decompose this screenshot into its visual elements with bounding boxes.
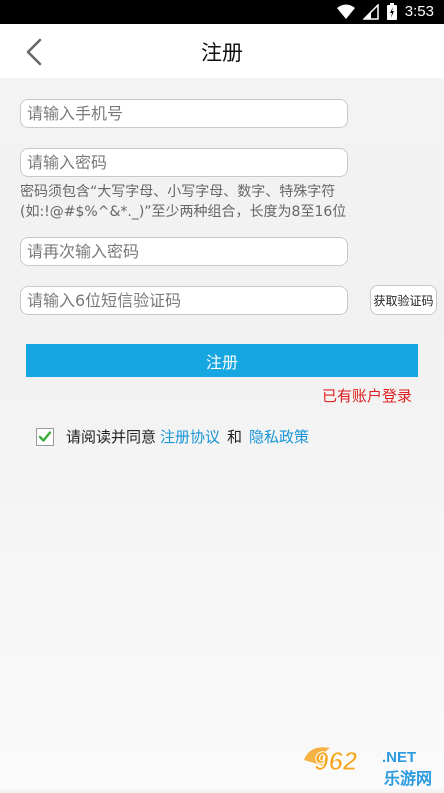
register-agreement-link[interactable]: 注册协议 bbox=[160, 426, 220, 447]
status-bar: 3:53 bbox=[0, 0, 444, 24]
login-link[interactable]: 已有账户登录 bbox=[322, 385, 412, 406]
watermark-number: 962 bbox=[314, 746, 358, 776]
watermark-site-name: 乐游网 bbox=[384, 769, 432, 788]
status-time: 3:53 bbox=[404, 3, 434, 20]
checkmark-icon bbox=[38, 430, 52, 442]
battery-icon bbox=[386, 3, 397, 20]
get-code-button[interactable]: 获取验证码 bbox=[370, 285, 437, 315]
page-title: 注册 bbox=[201, 41, 243, 65]
header: 注册 bbox=[0, 24, 444, 78]
agreement-row: 请阅读并同意 注册协议 和 隐私政策 bbox=[36, 426, 309, 447]
confirm-password-input[interactable] bbox=[20, 237, 348, 266]
phone-input[interactable] bbox=[20, 99, 348, 128]
privacy-policy-link[interactable]: 隐私政策 bbox=[249, 426, 309, 447]
wifi-icon bbox=[336, 4, 355, 20]
watermark-logo: 962 .NET 乐游网 bbox=[300, 740, 444, 789]
agreement-and: 和 bbox=[227, 428, 243, 446]
password-input[interactable] bbox=[20, 148, 348, 177]
register-button[interactable]: 注册 bbox=[26, 344, 418, 377]
signal-icon bbox=[362, 3, 379, 20]
password-hint: 密码须包含“大写字母、小写字母、数字、特殊字符(如:!@#$%^&*._)”至少… bbox=[20, 184, 347, 220]
watermark-suffix: .NET bbox=[382, 749, 416, 766]
agreement-checkbox[interactable] bbox=[36, 427, 54, 446]
agreement-prefix: 请阅读并同意 bbox=[66, 428, 157, 446]
sms-code-input[interactable] bbox=[20, 286, 348, 315]
status-icons: 3:53 bbox=[336, 3, 434, 20]
